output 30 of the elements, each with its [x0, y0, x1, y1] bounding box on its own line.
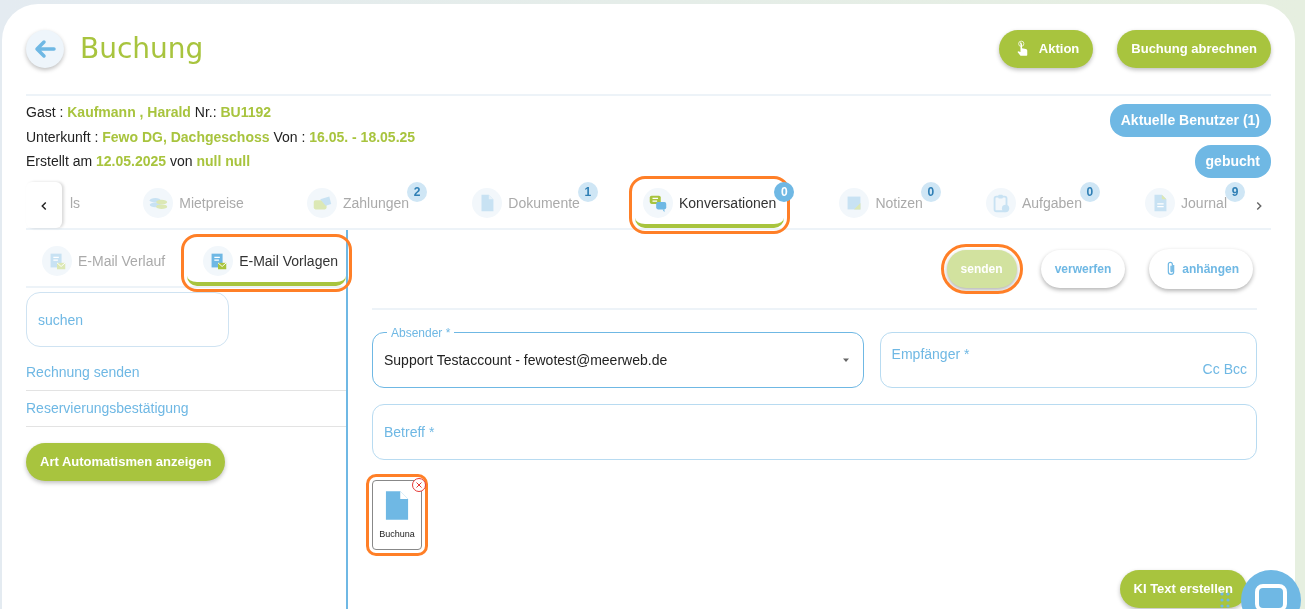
subject-field[interactable]: Betreff * — [372, 404, 1257, 460]
search-field[interactable]: suchen — [26, 292, 229, 347]
drag-handle-icon — [1220, 592, 1230, 608]
remove-icon — [411, 477, 427, 493]
count-badge: 0 — [1079, 182, 1100, 202]
automation-button[interactable]: Art Automatismen anzeigen — [26, 443, 226, 481]
bcc-link[interactable]: Bcc — [1223, 359, 1247, 380]
action-button[interactable]: Buchung abrechnen — [1117, 30, 1271, 68]
back-button[interactable] — [26, 30, 64, 68]
toolbar-button[interactable]: verwerfen — [1040, 250, 1126, 288]
count-badge: 2 — [407, 182, 428, 202]
section-tab[interactable]: ls — [62, 182, 89, 228]
info-line: Unterkunft : Fewo DG, Dachgeschoss Von : 16.05. - 18.05.25 — [26, 128, 416, 145]
cc-link[interactable]: Cc — [1202, 359, 1220, 380]
status-badge: Aktuelle Benutzer (1) — [1109, 104, 1271, 137]
info-line: Erstellt am 12.05.2025 von null null — [26, 153, 251, 169]
template-item[interactable]: Reservierungsbestätigung — [26, 391, 346, 427]
count-badge: 0 — [774, 182, 795, 202]
info-line: Gast : Kaufmann , Harald Nr.: BU1192 — [26, 104, 272, 120]
template-item[interactable]: Rechnung senden — [26, 355, 346, 391]
page-title: Buchung — [80, 31, 204, 67]
action-button[interactable]: Aktion — [998, 30, 1094, 68]
back-arrow-icon — [33, 37, 57, 61]
section-tab[interactable]: Mietpreise — [135, 182, 252, 228]
email-tab[interactable]: E-Mail Verlauf — [26, 240, 174, 286]
count-badge: 9 — [1225, 182, 1245, 202]
ai-text-button[interactable]: KI Text erstellen — [1119, 570, 1247, 608]
status-badge: gebucht — [1194, 145, 1271, 178]
toolbar-button[interactable]: anhängen — [1149, 249, 1253, 289]
email-tab[interactable]: E-Mail Vorlagen — [187, 240, 346, 286]
